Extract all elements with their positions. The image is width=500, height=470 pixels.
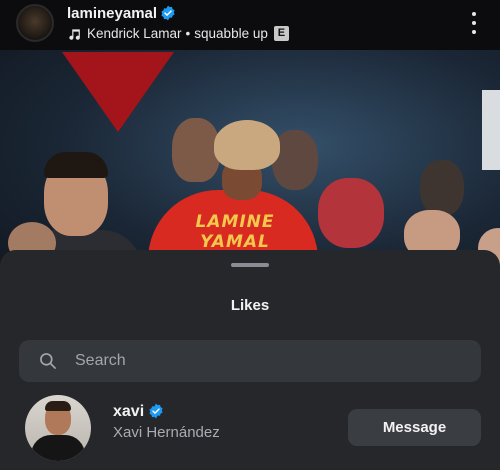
verified-badge-icon <box>149 403 163 419</box>
search-icon <box>40 353 56 369</box>
player-hair <box>214 120 280 170</box>
crowd-person <box>318 178 384 248</box>
avatar[interactable] <box>25 395 91 461</box>
smiling-man-hair <box>44 152 108 178</box>
list-item[interactable]: xavi Xavi Hernández Message <box>0 393 500 463</box>
red-banner <box>62 52 174 132</box>
music-track: squabble up <box>194 26 268 41</box>
pillar <box>482 90 500 170</box>
more-vertical-icon <box>472 12 476 16</box>
likes-sheet: Likes xavi Xavi Hernández Message <box>0 250 500 470</box>
story-header: lamineyamal Kendrick Lamar • squabble up… <box>0 0 500 50</box>
jersey-name: LAMINE YAMAL <box>195 212 275 252</box>
more-options-button[interactable] <box>468 12 480 34</box>
music-info[interactable]: Kendrick Lamar • squabble up E <box>67 26 289 41</box>
search-input[interactable] <box>75 340 465 382</box>
more-dot <box>472 21 476 25</box>
story-username[interactable]: lamineyamal <box>67 5 157 22</box>
avatar-hair <box>45 401 71 411</box>
music-separator: • <box>185 26 191 41</box>
verified-badge-icon <box>161 5 175 21</box>
message-button[interactable]: Message <box>348 409 481 446</box>
user-full-name: Xavi Hernández <box>113 424 220 441</box>
user-username[interactable]: xavi <box>113 403 144 421</box>
more-dot <box>472 30 476 34</box>
crowd-person <box>420 160 464 216</box>
crowd-person <box>172 118 220 182</box>
sheet-title: Likes <box>230 297 270 314</box>
avatar-shirt <box>31 435 85 461</box>
search-bar[interactable] <box>19 340 481 382</box>
drag-handle[interactable] <box>231 263 269 267</box>
story-avatar[interactable] <box>16 4 54 42</box>
music-note-icon <box>69 28 80 40</box>
music-artist: Kendrick Lamar <box>87 26 182 41</box>
explicit-badge: E <box>273 26 289 41</box>
